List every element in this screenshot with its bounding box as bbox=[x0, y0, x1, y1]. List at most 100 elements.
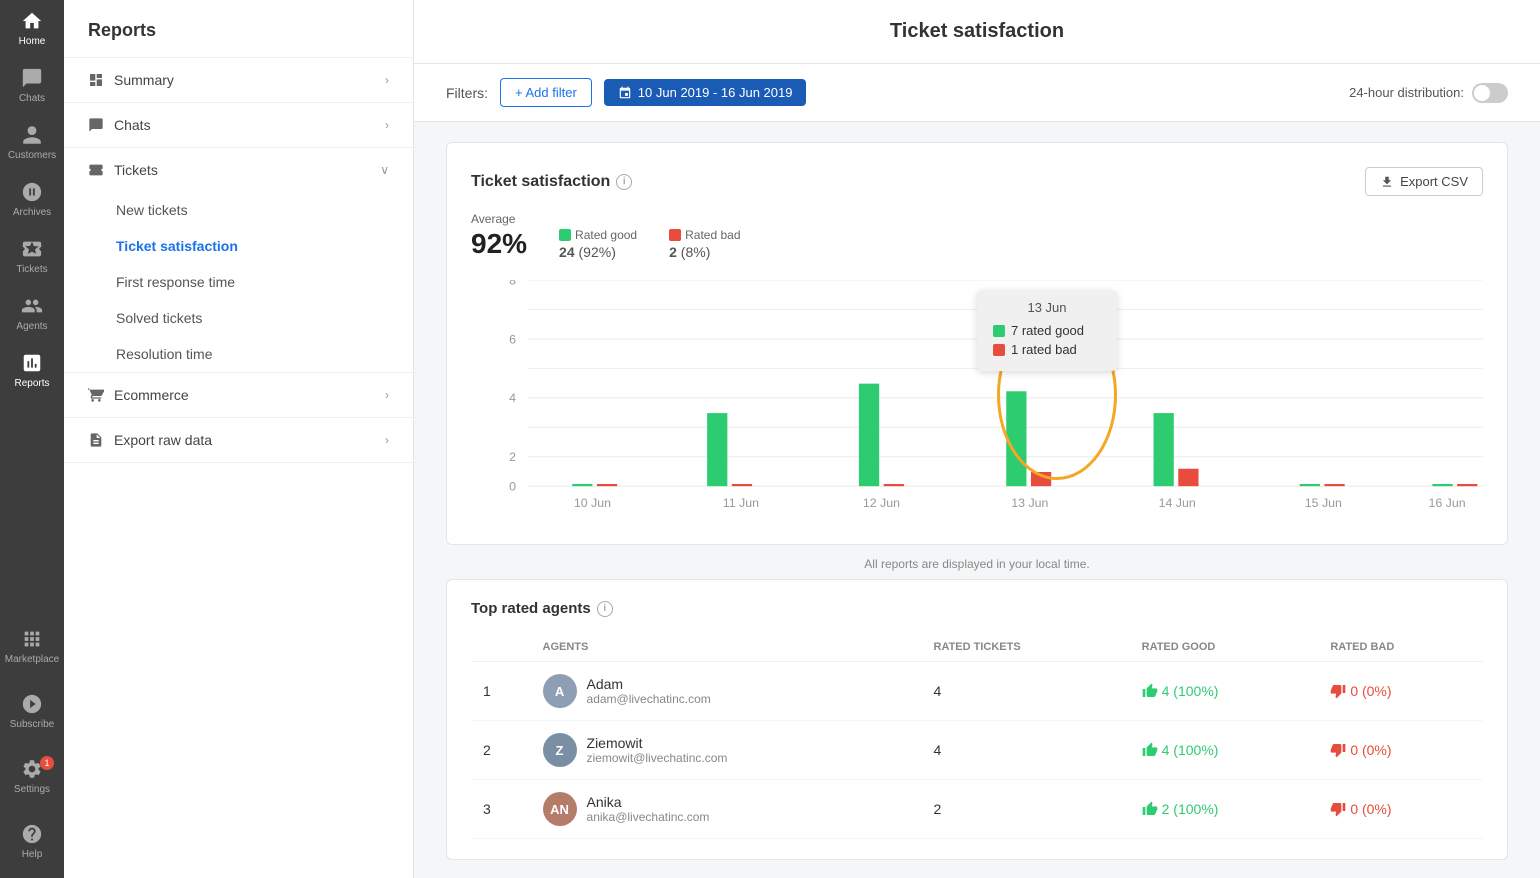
agent-email: adam@livechatinc.com bbox=[587, 692, 711, 706]
agent-name: Ziemowit bbox=[587, 735, 728, 751]
chart-stats: Average 92% Rated good 24 (92%) Rated ba… bbox=[471, 212, 1483, 260]
rated-good: 4 (100%) bbox=[1130, 721, 1319, 780]
nav-settings-label: Settings bbox=[14, 784, 50, 795]
col-rated-good: RATED GOOD bbox=[1130, 633, 1319, 662]
agent-email: ziemowit@livechatinc.com bbox=[587, 751, 728, 765]
distribution-label: 24-hour distribution: bbox=[1349, 85, 1464, 100]
tickets-chevron: ∨ bbox=[380, 163, 389, 177]
nav-reports[interactable]: Reports bbox=[0, 342, 64, 399]
rated-good: 4 (100%) bbox=[1130, 662, 1319, 721]
sidebar-section-summary: Summary › bbox=[64, 58, 413, 103]
bottom-note: All reports are displayed in your local … bbox=[414, 545, 1540, 579]
sidebar-item-tickets[interactable]: Tickets ∨ bbox=[64, 148, 413, 192]
distribution-toggle-area: 24-hour distribution: bbox=[1349, 83, 1508, 103]
nav-marketplace-label: Marketplace bbox=[5, 654, 59, 665]
nav-archives-label: Archives bbox=[13, 207, 51, 218]
sidebar-item-export[interactable]: Export raw data › bbox=[64, 418, 413, 462]
nav-settings[interactable]: Settings 1 bbox=[0, 748, 64, 805]
average-label: Average bbox=[471, 212, 527, 226]
nav-home[interactable]: Home bbox=[0, 0, 64, 57]
rank-cell: 1 bbox=[471, 662, 531, 721]
agent-cell: AN Anika anika@livechatinc.com bbox=[531, 780, 922, 839]
bar-chart: 8 6 4 2 0 10 Jun 11 Jun 12 Jun bbox=[471, 280, 1483, 520]
stat-average: Average 92% bbox=[471, 212, 527, 260]
agents-title: Top rated agents i bbox=[471, 600, 1483, 617]
svg-text:0: 0 bbox=[509, 480, 516, 494]
average-value: 92% bbox=[471, 228, 527, 260]
filters-bar: Filters: + Add filter 10 Jun 2019 - 16 J… bbox=[414, 64, 1540, 122]
sidebar-item-chats[interactable]: Chats › bbox=[64, 103, 413, 147]
bar-good-6 bbox=[1432, 484, 1452, 486]
avatar: Z bbox=[543, 733, 577, 767]
rated-bad: 0 (0%) bbox=[1318, 780, 1483, 839]
chart-info-icon[interactable]: i bbox=[616, 174, 632, 190]
nav-agents[interactable]: Agents bbox=[0, 285, 64, 342]
svg-text:2: 2 bbox=[509, 450, 516, 464]
sidebar-sub-resolution-time[interactable]: Resolution time bbox=[64, 336, 413, 372]
col-agents: AGENTS bbox=[531, 633, 922, 662]
sidebar-item-summary[interactable]: Summary › bbox=[64, 58, 413, 102]
nav-agents-label: Agents bbox=[16, 321, 47, 332]
table-row: 3 AN Anika anika@livechatinc.com 2 2 (10… bbox=[471, 780, 1483, 839]
sidebar-section-export: Export raw data › bbox=[64, 418, 413, 463]
rated-tickets: 2 bbox=[922, 780, 1130, 839]
svg-text:4: 4 bbox=[509, 391, 516, 405]
sidebar-sub-ticket-satisfaction[interactable]: Ticket satisfaction bbox=[64, 228, 413, 264]
nav-marketplace[interactable]: Marketplace bbox=[0, 618, 64, 675]
icon-nav: Home Chats Customers Archives Tickets Ag… bbox=[0, 0, 64, 878]
main-content: Ticket satisfaction Filters: + Add filte… bbox=[414, 0, 1540, 878]
nav-chats[interactable]: Chats bbox=[0, 57, 64, 114]
nav-customers-label: Customers bbox=[8, 150, 56, 161]
nav-tickets[interactable]: Tickets bbox=[0, 228, 64, 285]
chats-chevron: › bbox=[385, 118, 389, 132]
sidebar-export-label: Export raw data bbox=[114, 432, 212, 448]
agents-section: Top rated agents i AGENTS RATED TICKETS … bbox=[446, 579, 1508, 860]
svg-text:6: 6 bbox=[509, 332, 516, 346]
sidebar: Reports Summary › Chats › Tickets ∨ N bbox=[64, 0, 414, 878]
bar-good-0 bbox=[572, 484, 592, 486]
add-filter-button[interactable]: + Add filter bbox=[500, 78, 592, 107]
sidebar-sub-first-response[interactable]: First response time bbox=[64, 264, 413, 300]
agent-cell: Z Ziemowit ziemowit@livechatinc.com bbox=[531, 721, 922, 780]
summary-chevron: › bbox=[385, 73, 389, 87]
sidebar-section-ecommerce: Ecommerce › bbox=[64, 373, 413, 418]
nav-chats-label: Chats bbox=[19, 93, 45, 104]
nav-help[interactable]: Help bbox=[0, 813, 64, 870]
agents-info-icon[interactable]: i bbox=[597, 601, 613, 617]
rank-cell: 3 bbox=[471, 780, 531, 839]
svg-text:11 Jun: 11 Jun bbox=[723, 496, 759, 510]
nav-subscribe[interactable]: Subscribe bbox=[0, 683, 64, 740]
chart-title-group: Ticket satisfaction i bbox=[471, 173, 632, 191]
svg-text:14 Jun: 14 Jun bbox=[1159, 496, 1196, 510]
nav-customers[interactable]: Customers bbox=[0, 114, 64, 171]
sidebar-sub-solved-tickets[interactable]: Solved tickets bbox=[64, 300, 413, 336]
bad-dot bbox=[669, 229, 681, 241]
ecommerce-chevron: › bbox=[385, 388, 389, 402]
sidebar-section-chats: Chats › bbox=[64, 103, 413, 148]
bar-good-2 bbox=[859, 384, 879, 487]
distribution-toggle[interactable] bbox=[1472, 83, 1508, 103]
bar-good-1 bbox=[707, 413, 727, 486]
export-csv-button[interactable]: Export CSV bbox=[1365, 167, 1483, 196]
date-range-label: 10 Jun 2019 - 16 Jun 2019 bbox=[638, 85, 793, 100]
agent-name: Anika bbox=[587, 794, 710, 810]
sidebar-item-ecommerce[interactable]: Ecommerce › bbox=[64, 373, 413, 417]
nav-archives[interactable]: Archives bbox=[0, 171, 64, 228]
stat-rated-bad: Rated bad 2 (8%) bbox=[669, 228, 740, 260]
rated-tickets: 4 bbox=[922, 662, 1130, 721]
sidebar-sub-new-tickets[interactable]: New tickets bbox=[64, 192, 413, 228]
sidebar-section-tickets: Tickets ∨ New tickets Ticket satisfactio… bbox=[64, 148, 413, 373]
sidebar-title: Reports bbox=[64, 0, 413, 58]
rated-good-label: Rated good bbox=[559, 228, 637, 242]
agent-name: Adam bbox=[587, 676, 711, 692]
export-chevron: › bbox=[385, 433, 389, 447]
good-dot bbox=[559, 229, 571, 241]
export-csv-label: Export CSV bbox=[1400, 174, 1468, 189]
avatar: A bbox=[543, 674, 577, 708]
bar-bad-3 bbox=[1031, 472, 1051, 486]
nav-subscribe-label: Subscribe bbox=[10, 719, 54, 730]
rank-cell: 2 bbox=[471, 721, 531, 780]
date-range-button[interactable]: 10 Jun 2019 - 16 Jun 2019 bbox=[604, 79, 807, 106]
svg-text:8: 8 bbox=[509, 280, 516, 287]
rated-good-value: 24 (92%) bbox=[559, 244, 637, 260]
